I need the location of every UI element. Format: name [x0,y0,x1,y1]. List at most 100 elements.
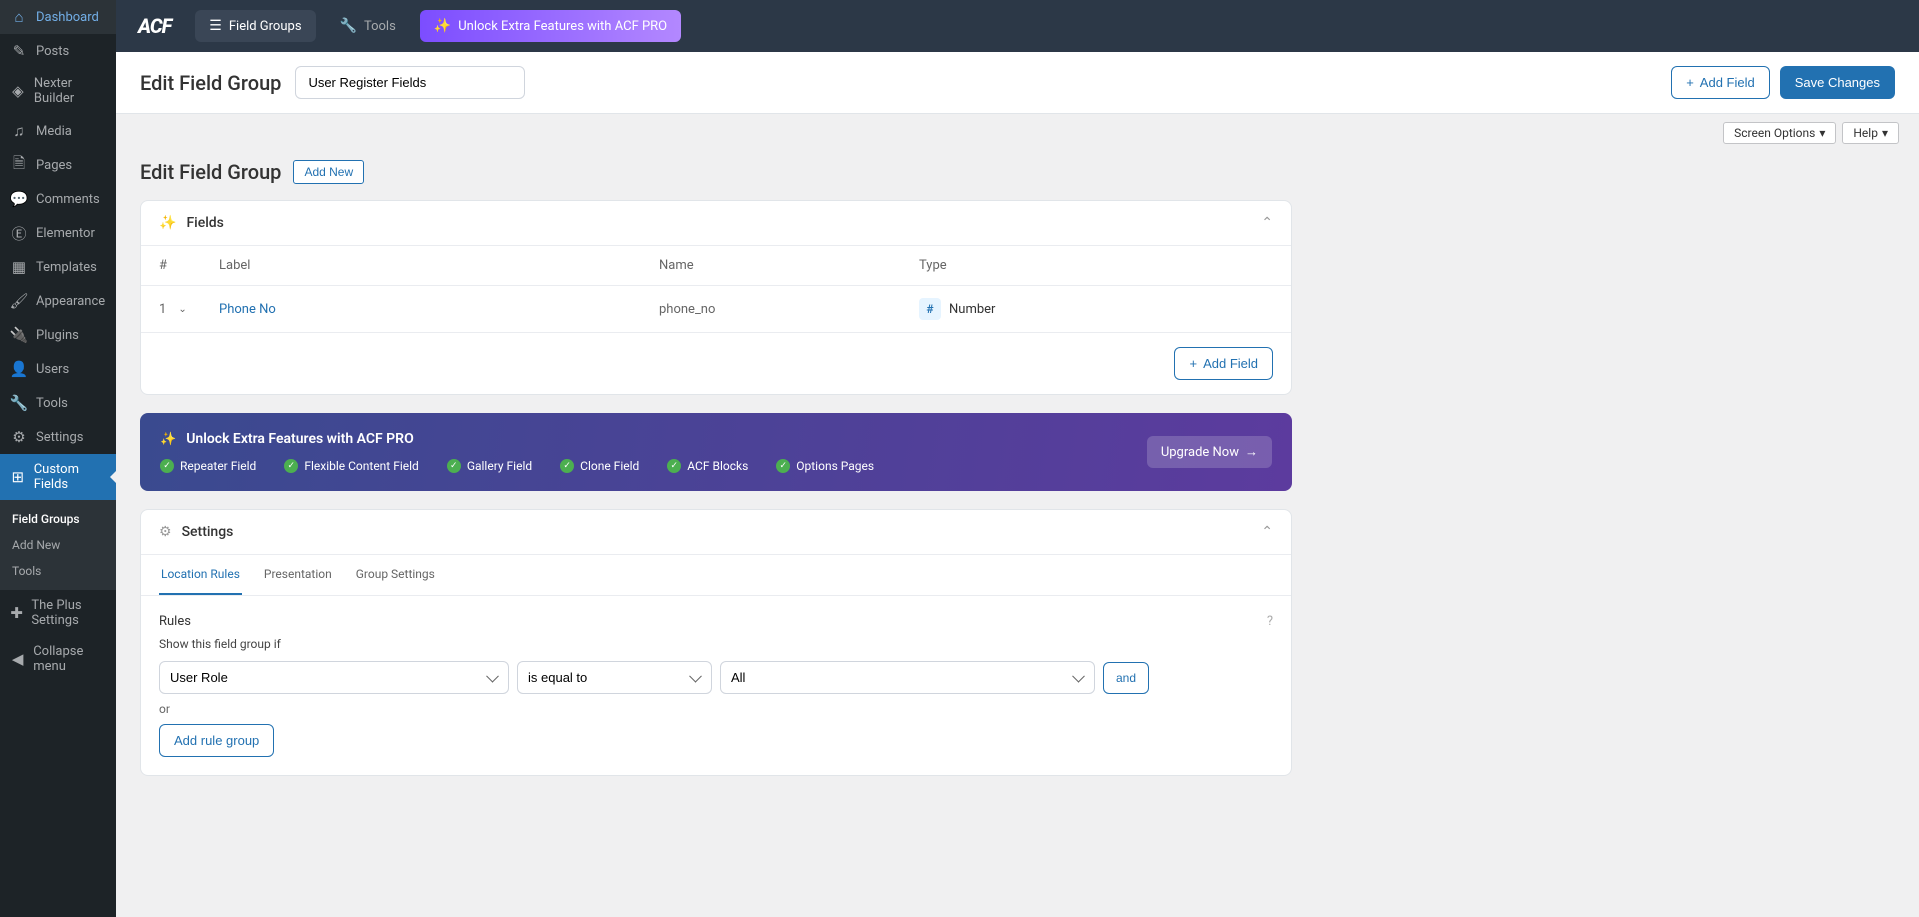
sidebar-item-appearance[interactable]: 🖌Appearance [0,284,116,318]
sidebar-item-label: Settings [36,430,83,445]
sidebar-item-label: The Plus Settings [31,598,106,628]
submenu-field-groups[interactable]: Field Groups [0,506,116,532]
sidebar-item-label: Dashboard [36,10,99,25]
sidebar-item-pages[interactable]: 🗎 Pages [0,148,116,182]
fields-table-header: # Label Name Type [141,246,1291,286]
dashboard-icon: ⌂ [10,8,28,26]
rules-label: Rules [159,614,191,629]
upgrade-now-button[interactable]: Upgrade Now → [1147,436,1272,468]
help-icon[interactable]: ? [1267,614,1273,629]
page-title: Edit Field Group [140,71,281,95]
add-field-button[interactable]: +Add Field [1174,347,1273,380]
collapse-icon: ◀ [10,650,25,668]
row-name: phone_no [659,302,919,317]
field-group-title-input[interactable] [295,66,525,99]
screen-options-button[interactable]: Screen Options▾ [1723,122,1836,144]
chevron-up-icon: ⌃ [1261,215,1273,231]
topbar-label: Field Groups [229,19,302,34]
feature-label: ACF Blocks [687,459,748,473]
check-icon: ✓ [284,459,298,473]
col-name: Name [659,258,919,273]
rule-param-select[interactable]: User Role [159,661,509,694]
sidebar-item-elementor[interactable]: ⒺElementor [0,216,116,250]
topbar-tools[interactable]: 🔧Tools [326,10,410,42]
add-rule-group-button[interactable]: Add rule group [159,724,274,757]
button-label: Upgrade Now [1161,445,1239,460]
tab-location-rules[interactable]: Location Rules [159,555,242,595]
sidebar-item-collapse[interactable]: ◀Collapse menu [0,636,116,682]
pro-promo: ✨ Unlock Extra Features with ACF PRO ✓Re… [140,413,1292,491]
add-field-button[interactable]: +Add Field [1671,66,1770,99]
grid-icon: ⊞ [10,468,26,486]
or-label: or [159,702,1273,716]
sliders-icon: ⚙ [10,428,28,446]
sidebar-item-label: Elementor [36,226,95,241]
page-icon: 🗎 [10,156,28,174]
template-icon: ▦ [10,258,28,276]
sidebar-item-label: Media [36,124,72,139]
sparkle-icon: ✨ [434,18,451,34]
plus-icon: + [1686,75,1694,90]
topbar-unlock[interactable]: ✨Unlock Extra Features with ACF PRO [420,10,681,42]
sidebar-item-templates[interactable]: ▦ Templates [0,250,116,284]
help-button[interactable]: Help▾ [1842,122,1899,144]
feature-label: Clone Field [580,459,639,473]
plug-icon: 🔌 [10,326,28,344]
field-row[interactable]: 1 ⌄ Phone No phone_no #Number [141,286,1291,333]
fields-panel: ✨ Fields ⌃ # Label Name Type 1 ⌄ Phone No… [140,200,1292,395]
add-new-button[interactable]: Add New [293,160,364,184]
rule-value-select[interactable]: All [720,661,1095,694]
sidebar-item-comments[interactable]: 💬Comments [0,182,116,216]
sidebar-item-plus-settings[interactable]: ✚ The Plus Settings [0,590,116,636]
button-label: Screen Options [1734,126,1815,140]
promo-title: Unlock Extra Features with ACF PRO [186,431,414,447]
topbar-label: Tools [364,19,396,34]
topbar-field-groups[interactable]: ☰ Field Groups [195,10,315,42]
sidebar-item-label: Pages [36,158,72,173]
wp-admin-sidebar: ⌂ Dashboard ✎Posts ◈Nexter Builder ♫ Media… [0,0,116,917]
save-changes-button[interactable]: Save Changes [1780,66,1895,99]
comment-icon: 💬 [10,190,28,208]
caret-down-icon: ▾ [1882,126,1888,140]
sidebar-item-tools[interactable]: 🔧Tools [0,386,116,420]
sidebar-item-nexter[interactable]: ◈Nexter Builder [0,68,116,114]
user-icon: 👤 [10,360,28,378]
wrench-icon: 🔧 [10,394,28,412]
promo-feature: ✓ Gallery Field [447,459,532,473]
panel-title: Settings [182,524,234,540]
rule-operator-select[interactable]: is equal to [517,661,712,694]
list-icon: ☰ [209,18,222,34]
tab-presentation[interactable]: Presentation [262,555,334,595]
sidebar-item-media[interactable]: ♫ Media [0,114,116,148]
sidebar-item-users[interactable]: 👤Users [0,352,116,386]
header-bar: Edit Field Group +Add Field Save Changes [116,52,1919,114]
fields-panel-header[interactable]: ✨ Fields ⌃ [141,201,1291,246]
chevron-up-icon: ⌃ [1261,524,1273,540]
submenu-add-new[interactable]: Add New [0,532,116,558]
sidebar-item-plugins[interactable]: 🔌Plugins [0,318,116,352]
sidebar-item-posts[interactable]: ✎Posts [0,34,116,68]
tab-group-settings[interactable]: Group Settings [354,555,437,595]
sidebar-item-custom-fields[interactable]: ⊞ Custom Fields [0,454,116,500]
sidebar-item-label: Templates [36,260,97,275]
feature-label: Gallery Field [467,459,532,473]
submenu-tools[interactable]: Tools [0,558,116,584]
check-icon: ✓ [447,459,461,473]
media-icon: ♫ [10,122,28,140]
sidebar-item-label: Custom Fields [34,462,106,492]
plus-icon: + [1189,356,1197,371]
arrow-right-icon: → [1245,444,1258,460]
settings-tabs: Location Rules Presentation Group Settin… [141,555,1291,596]
sidebar-item-dashboard[interactable]: ⌂ Dashboard [0,0,116,34]
sidebar-item-label: Appearance [36,294,105,309]
rule-and-button[interactable]: and [1103,662,1149,694]
row-index: 1 [159,302,166,317]
row-type: #Number [919,298,1273,320]
row-label[interactable]: Phone No [219,302,659,317]
settings-panel-header[interactable]: ⚙ Settings ⌃ [141,510,1291,555]
sidebar-item-settings[interactable]: ⚙ Settings [0,420,116,454]
plus-icon: ✚ [10,604,23,622]
check-icon: ✓ [560,459,574,473]
gear-icon: ⚙ [159,524,172,540]
chevron-down-icon[interactable]: ⌄ [178,304,186,315]
